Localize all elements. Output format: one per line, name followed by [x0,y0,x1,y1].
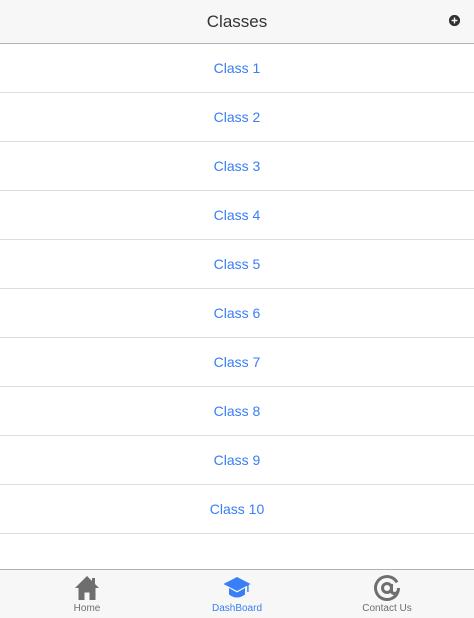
graduation-cap-icon [222,573,252,603]
class-list-item[interactable]: Class 3 [0,142,474,191]
class-list-item[interactable]: Class 8 [0,387,474,436]
class-list-item[interactable]: Class 5 [0,240,474,289]
plus-circle-icon [449,15,460,26]
class-list-item[interactable]: Class 9 [0,436,474,485]
tab-bar: Home DashBoard Contact Us [0,569,474,618]
tab-dashboard[interactable]: DashBoard [162,570,312,618]
home-icon [72,573,102,603]
tab-contact-us[interactable]: Contact Us [312,570,462,618]
tab-dashboard-label: DashBoard [211,603,263,614]
page-title: Classes [206,12,268,31]
tab-home[interactable]: Home [12,570,162,618]
header-bar: Classes [0,0,474,44]
at-icon [372,573,402,603]
class-list: Class 1 Class 2 Class 3 Class 4 Class 5 … [0,44,474,534]
class-list-item[interactable]: Class 6 [0,289,474,338]
class-list-item[interactable]: Class 1 [0,44,474,93]
add-class-button[interactable] [449,15,460,26]
tab-contact-us-label: Contact Us [362,603,412,614]
app-screen: Classes Class 1 Class 2 Class 3 Class 4 … [0,0,474,618]
class-list-item[interactable]: Class 10 [0,485,474,534]
class-list-item[interactable]: Class 2 [0,93,474,142]
tab-home-label: Home [73,603,101,614]
class-list-item[interactable]: Class 4 [0,191,474,240]
class-list-item[interactable]: Class 7 [0,338,474,387]
